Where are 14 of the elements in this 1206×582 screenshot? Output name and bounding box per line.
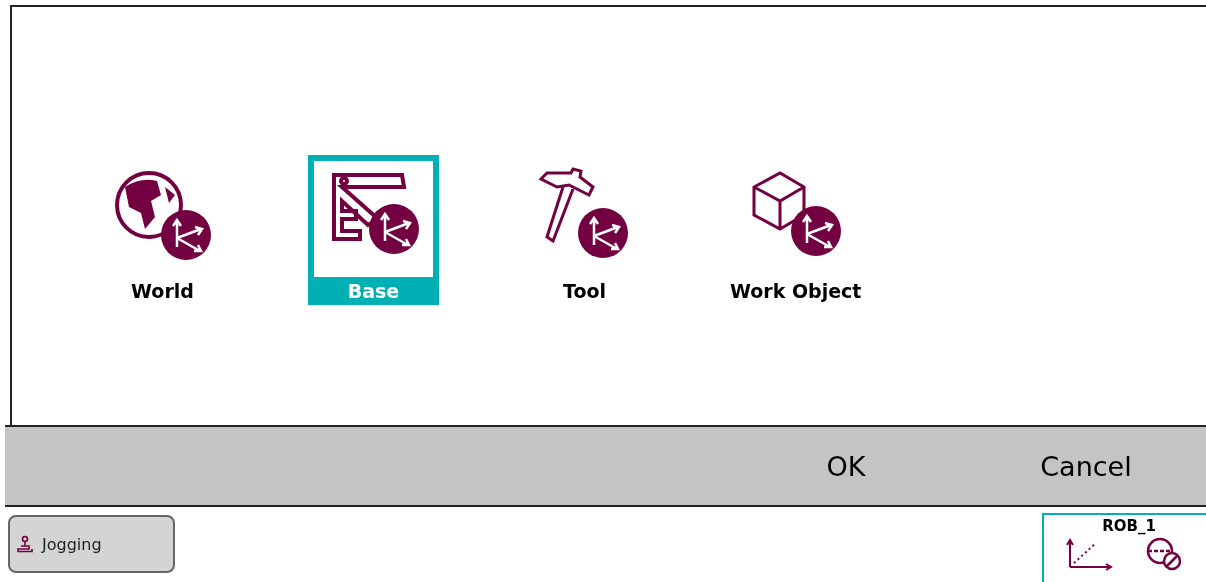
cancel-button[interactable]: Cancel [966,436,1206,496]
joystick-icon [16,535,34,553]
disabled-target-icon [1144,537,1184,571]
coordinate-axes-icon [1066,537,1114,571]
frame-label: Tool [561,279,608,304]
frame-option[interactable]: Tool [519,155,650,305]
jogging-button[interactable]: Jogging [8,515,175,573]
robot-name: ROB_1 [1102,517,1156,535]
ok-button[interactable]: OK [726,436,966,496]
frame-label: Work Object [730,279,861,304]
robot-status-box[interactable]: ROB_1 [1042,513,1206,582]
frame-option[interactable]: Work Object [730,155,861,305]
frame-option[interactable]: World [97,155,228,305]
frame-label: World [130,279,195,304]
